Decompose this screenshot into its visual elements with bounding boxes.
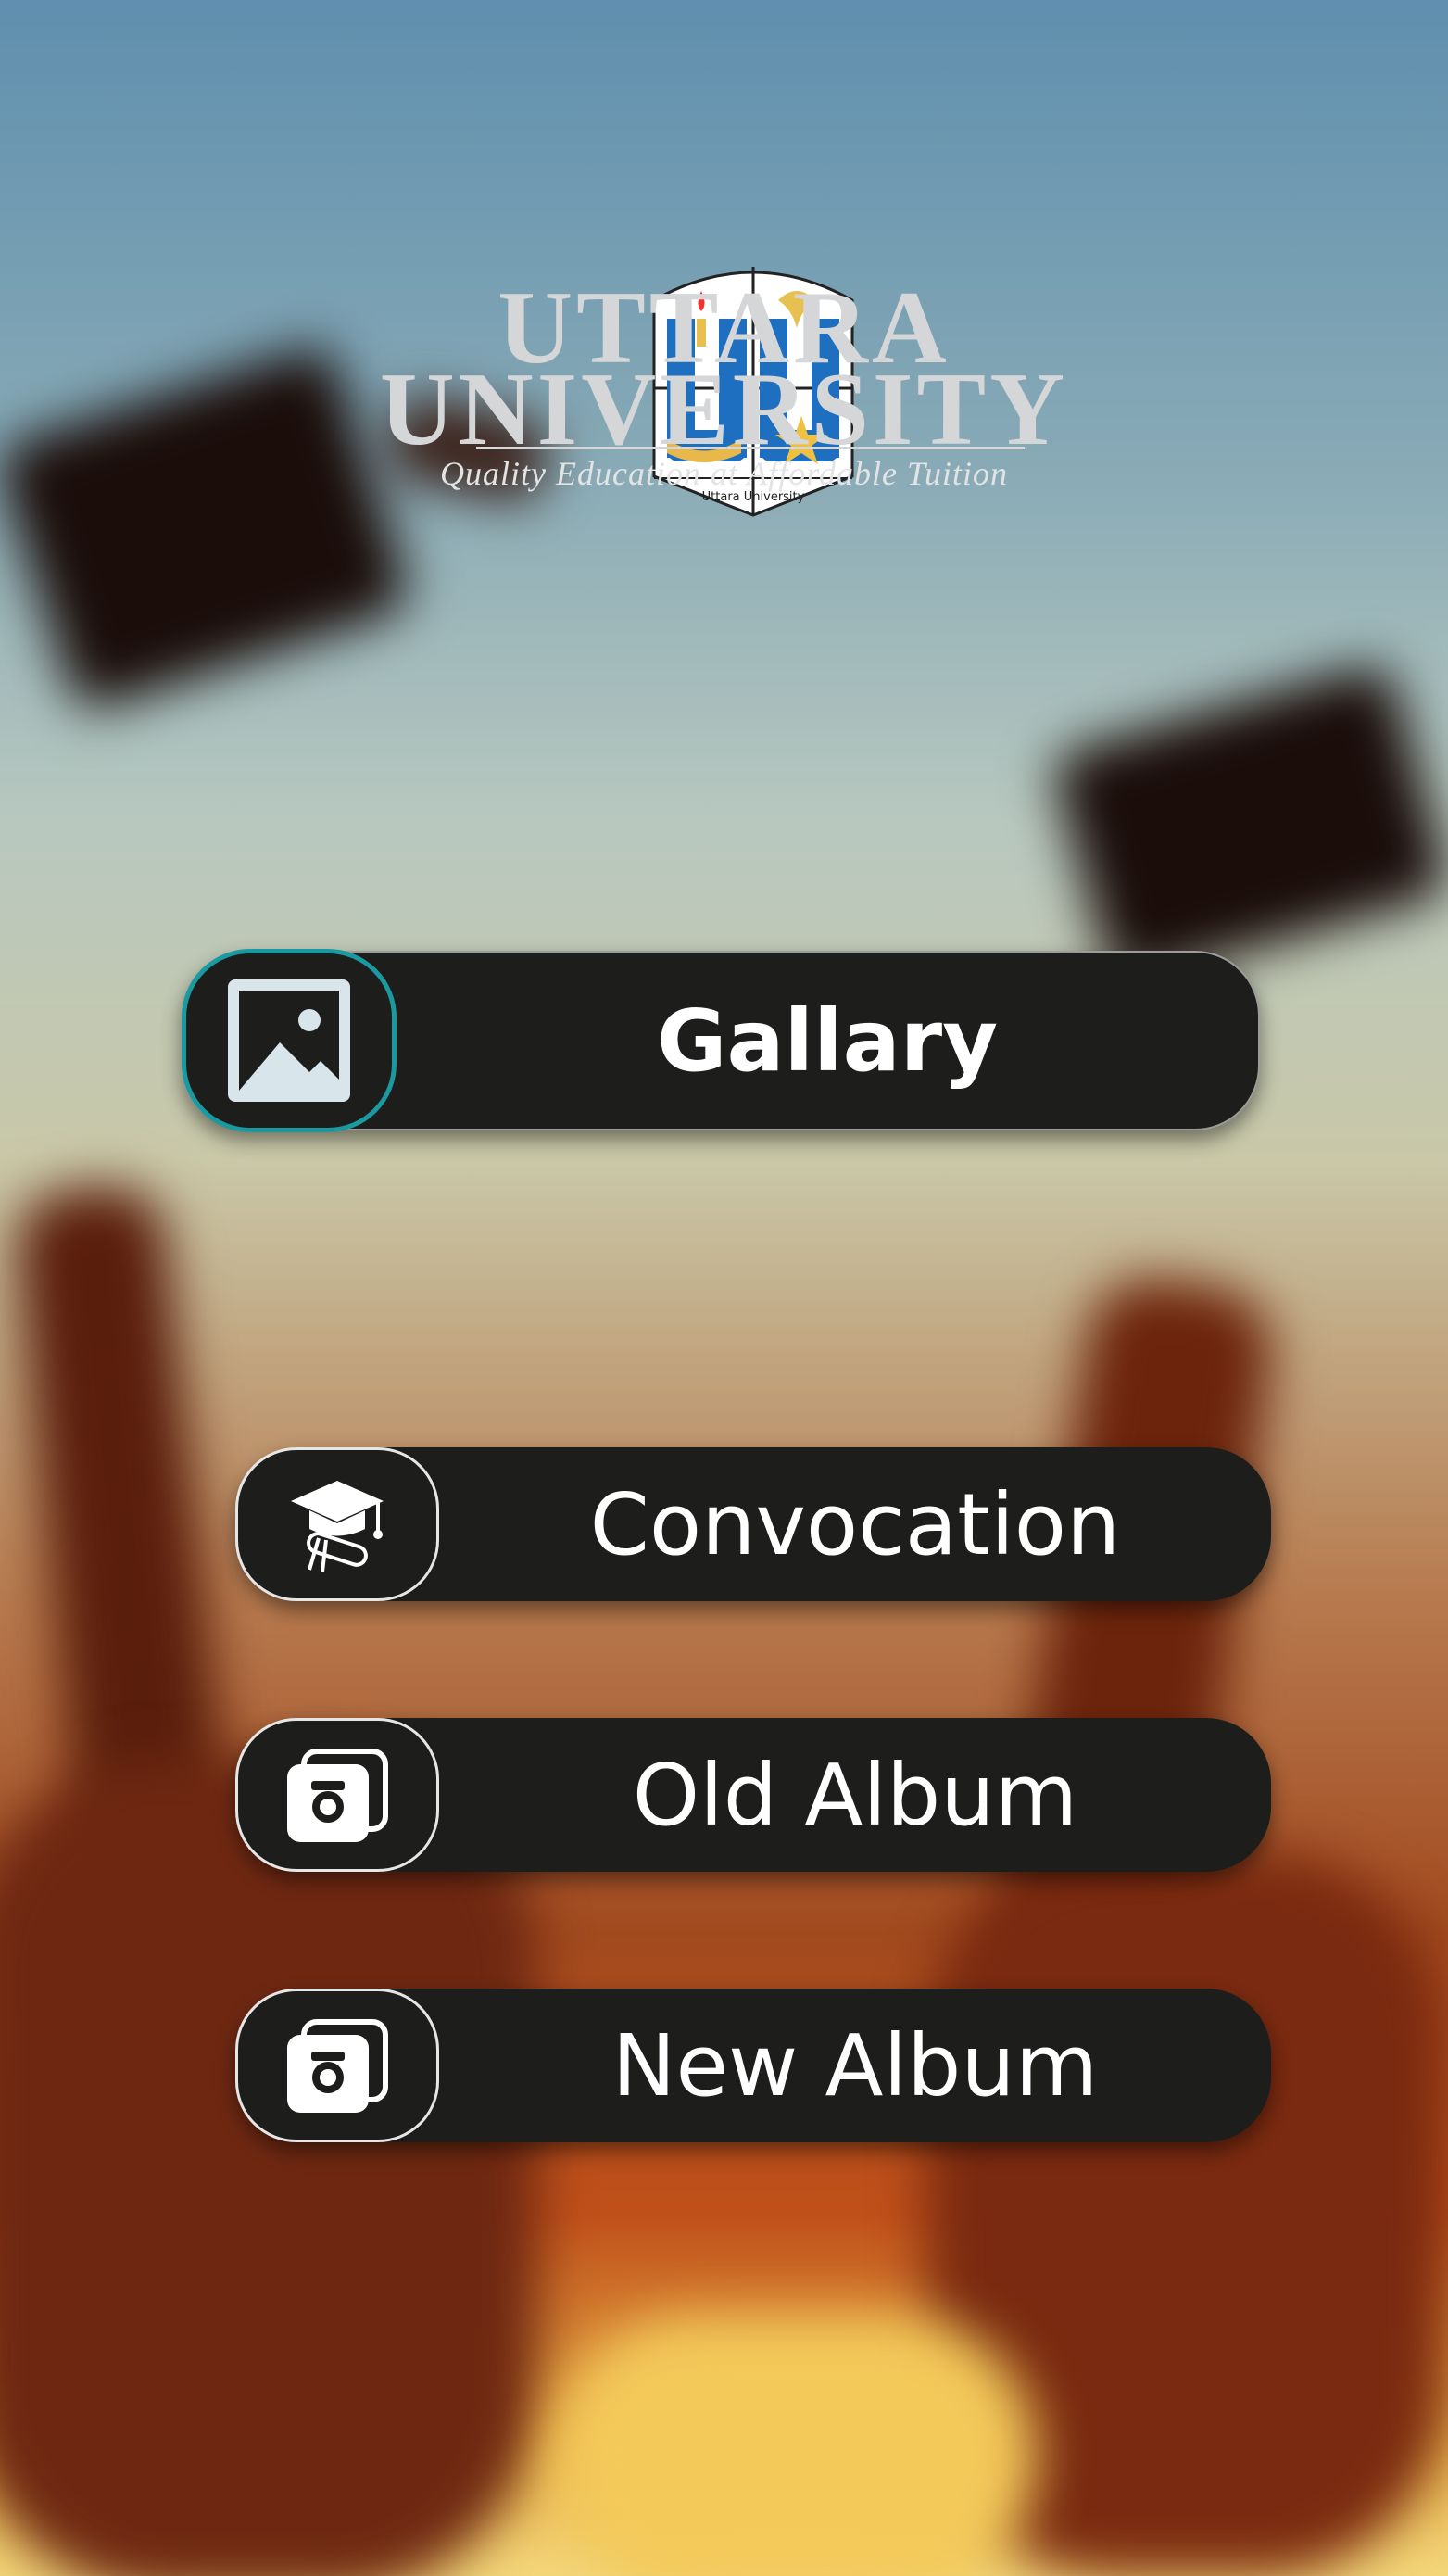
old-album-icon-badge: [235, 1718, 439, 1872]
sun-glow: [556, 2317, 1038, 2576]
new-album-button[interactable]: New Album: [235, 1989, 1271, 2142]
graduation-cap-icon: [291, 1481, 384, 1572]
graduate-silhouette-left: [0, 1761, 537, 2576]
gallery-label: Gallary: [656, 991, 999, 1091]
gallery-button[interactable]: Gallary: [182, 949, 1260, 1132]
university-tagline: Quality Education at Affordable Tuition: [440, 455, 1008, 492]
convocation-label: Convocation: [589, 1474, 1121, 1574]
logo-divider: [476, 447, 1025, 449]
old-album-label: Old Album: [632, 1745, 1078, 1845]
new-album-icon-badge: [235, 1989, 439, 2142]
gallery-icon-badge: [182, 949, 397, 1132]
new-album-label: New Album: [611, 2015, 1099, 2115]
convocation-button[interactable]: Convocation: [235, 1447, 1271, 1601]
old-album-button[interactable]: Old Album: [235, 1718, 1271, 1872]
convocation-icon-badge: [235, 1447, 439, 1601]
university-name-line2: UNIVERSITY: [379, 352, 1069, 467]
camera-album-icon: [287, 1749, 388, 1842]
flying-cap-right: [1048, 660, 1448, 990]
camera-album-icon: [287, 2019, 388, 2113]
image-icon: [228, 979, 350, 1102]
